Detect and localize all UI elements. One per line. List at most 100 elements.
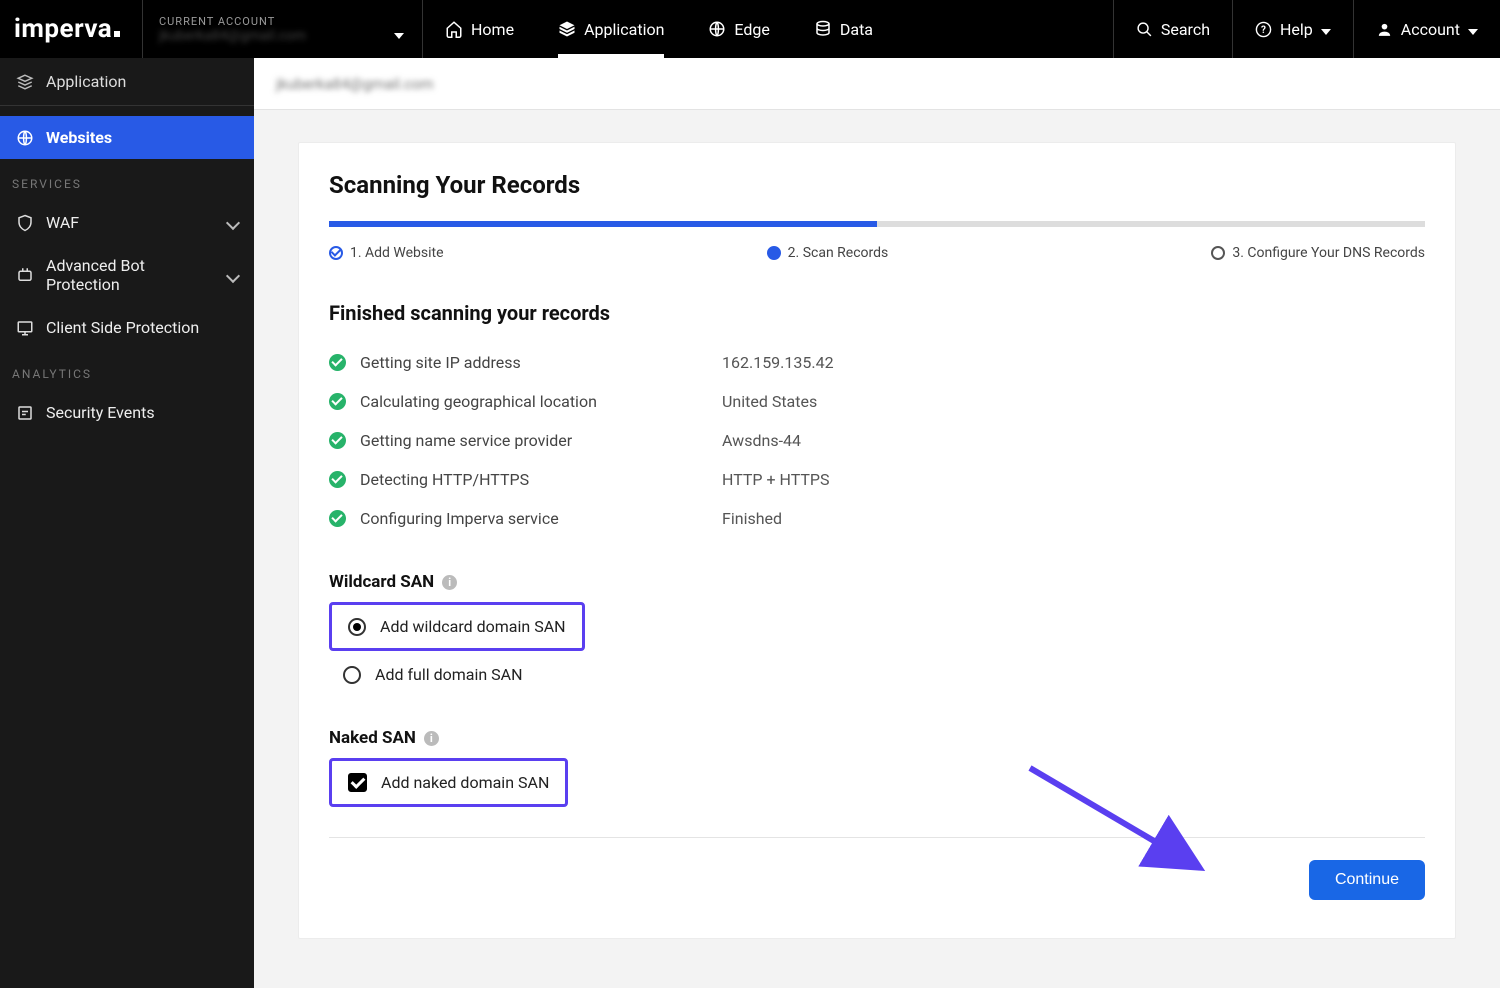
- account-picker-label: CURRENT ACCOUNT: [159, 15, 406, 28]
- progress-fill: [329, 221, 877, 227]
- result-value: 162.159.135.42: [722, 353, 834, 372]
- nav-account[interactable]: Account: [1353, 0, 1500, 58]
- check-circle-icon: [329, 246, 343, 260]
- nav-help-label: Help: [1280, 20, 1313, 39]
- wizard-steps: 1. Add Website 2. Scan Records 3. Config…: [329, 245, 1425, 261]
- layers-icon: [558, 20, 576, 38]
- layers-icon: [16, 73, 34, 91]
- success-check-icon: [329, 354, 346, 371]
- result-row: Calculating geographical location United…: [329, 382, 1425, 421]
- sidebar-item-abp[interactable]: Advanced Bot Protection: [0, 244, 254, 306]
- step-label: 3. Configure Your DNS Records: [1232, 245, 1425, 261]
- step-add-website: 1. Add Website: [329, 245, 444, 261]
- sidebar-group-label: Application: [46, 72, 126, 91]
- page-title: Scanning Your Records: [329, 171, 1425, 199]
- radio-wildcard-san[interactable]: Add wildcard domain SAN: [332, 605, 582, 648]
- result-value: Finished: [722, 509, 782, 528]
- result-value: HTTP + HTTPS: [722, 470, 830, 489]
- progress-bar: [329, 221, 1425, 227]
- sidebar-item-label: Advanced Bot Protection: [46, 256, 216, 294]
- nav-home-label: Home: [471, 20, 514, 39]
- result-label: Getting name service provider: [360, 431, 708, 450]
- top-bar: imperva CURRENT ACCOUNT jkuberka84@gmail…: [0, 0, 1500, 58]
- account-picker[interactable]: CURRENT ACCOUNT jkuberka84@gmail.com: [143, 0, 423, 58]
- nav-edge-label: Edge: [734, 20, 769, 39]
- chevron-down-icon: [228, 266, 238, 285]
- result-row: Detecting HTTP/HTTPS HTTP + HTTPS: [329, 460, 1425, 499]
- nav-help[interactable]: ? Help: [1232, 0, 1353, 58]
- result-label: Configuring Imperva service: [360, 509, 708, 528]
- nav-data-label: Data: [840, 20, 873, 39]
- nav-account-label: Account: [1401, 20, 1460, 39]
- nav-data[interactable]: Data: [792, 0, 895, 58]
- chevron-down-icon: [228, 213, 238, 232]
- success-check-icon: [329, 471, 346, 488]
- result-value: Awsdns-44: [722, 431, 801, 450]
- sidebar: Application Websites SERVICES WAF Advanc…: [0, 58, 254, 988]
- highlight-box: Add wildcard domain SAN: [329, 602, 585, 651]
- step-label: 1. Add Website: [350, 245, 444, 261]
- wildcard-san-heading: Wildcard SAN i: [329, 572, 1425, 592]
- step-configure-dns: 3. Configure Your DNS Records: [1211, 245, 1425, 261]
- checkbox-icon: [348, 773, 367, 792]
- result-label: Detecting HTTP/HTTPS: [360, 470, 708, 489]
- radio-label: Add full domain SAN: [375, 665, 523, 684]
- result-row: Getting name service provider Awsdns-44: [329, 421, 1425, 460]
- info-icon[interactable]: i: [442, 575, 457, 590]
- checkbox-naked-san[interactable]: Add naked domain SAN: [332, 761, 565, 804]
- globe-icon: [16, 129, 34, 147]
- bot-icon: [16, 266, 34, 284]
- highlight-box: Add naked domain SAN: [329, 758, 568, 807]
- sidebar-item-label: WAF: [46, 213, 79, 232]
- breadcrumb: jkuberka84@gmail.com: [276, 75, 434, 93]
- nav-search[interactable]: Search: [1113, 0, 1232, 58]
- radio-full-domain-san[interactable]: Add full domain SAN: [329, 655, 1425, 694]
- success-check-icon: [329, 432, 346, 449]
- result-label: Calculating geographical location: [360, 392, 708, 411]
- main-area: Scanning Your Records 1. Add Website 2. …: [254, 110, 1500, 988]
- success-check-icon: [329, 393, 346, 410]
- sidebar-group-application[interactable]: Application: [0, 58, 254, 106]
- nav-search-label: Search: [1161, 20, 1210, 39]
- nav-application[interactable]: Application: [536, 0, 686, 58]
- sidebar-item-waf[interactable]: WAF: [0, 201, 254, 244]
- chevron-down-icon: [394, 24, 404, 43]
- sidebar-section-services: SERVICES: [0, 159, 254, 201]
- finished-heading: Finished scanning your records: [329, 301, 1425, 325]
- chevron-down-icon: [1468, 20, 1478, 39]
- info-icon[interactable]: i: [424, 731, 439, 746]
- footer-divider: Continue: [329, 837, 1425, 900]
- chevron-down-icon: [1321, 20, 1331, 39]
- success-check-icon: [329, 510, 346, 527]
- wizard-card: Scanning Your Records 1. Add Website 2. …: [298, 142, 1456, 939]
- brand-logo: imperva: [0, 0, 143, 58]
- home-icon: [445, 20, 463, 38]
- checkbox-label: Add naked domain SAN: [381, 773, 549, 792]
- result-value: United States: [722, 392, 817, 411]
- shield-icon: [16, 214, 34, 232]
- search-icon: [1136, 21, 1153, 38]
- radio-icon: [343, 666, 361, 684]
- step-label: 2. Scan Records: [788, 245, 889, 261]
- continue-button[interactable]: Continue: [1309, 860, 1425, 900]
- result-label: Getting site IP address: [360, 353, 708, 372]
- nav-home[interactable]: Home: [423, 0, 536, 58]
- sidebar-item-csp[interactable]: Client Side Protection: [0, 306, 254, 349]
- svg-text:?: ?: [1261, 25, 1266, 36]
- empty-circle-icon: [1211, 246, 1225, 260]
- nav-edge[interactable]: Edge: [686, 0, 791, 58]
- monitor-icon: [16, 319, 34, 337]
- sidebar-item-label: Client Side Protection: [46, 318, 199, 337]
- naked-san-heading: Naked SAN i: [329, 728, 1425, 748]
- sidebar-item-security-events[interactable]: Security Events: [0, 391, 254, 434]
- account-picker-value: jkuberka84@gmail.com: [159, 28, 406, 44]
- sidebar-section-analytics: ANALYTICS: [0, 349, 254, 391]
- sidebar-item-label: Security Events: [46, 403, 155, 422]
- nav-application-label: Application: [584, 20, 664, 39]
- events-icon: [16, 404, 34, 422]
- radio-label: Add wildcard domain SAN: [380, 617, 566, 636]
- sidebar-item-label: Websites: [46, 128, 112, 147]
- filled-circle-icon: [767, 246, 781, 260]
- result-row: Configuring Imperva service Finished: [329, 499, 1425, 538]
- sidebar-item-websites[interactable]: Websites: [0, 116, 254, 159]
